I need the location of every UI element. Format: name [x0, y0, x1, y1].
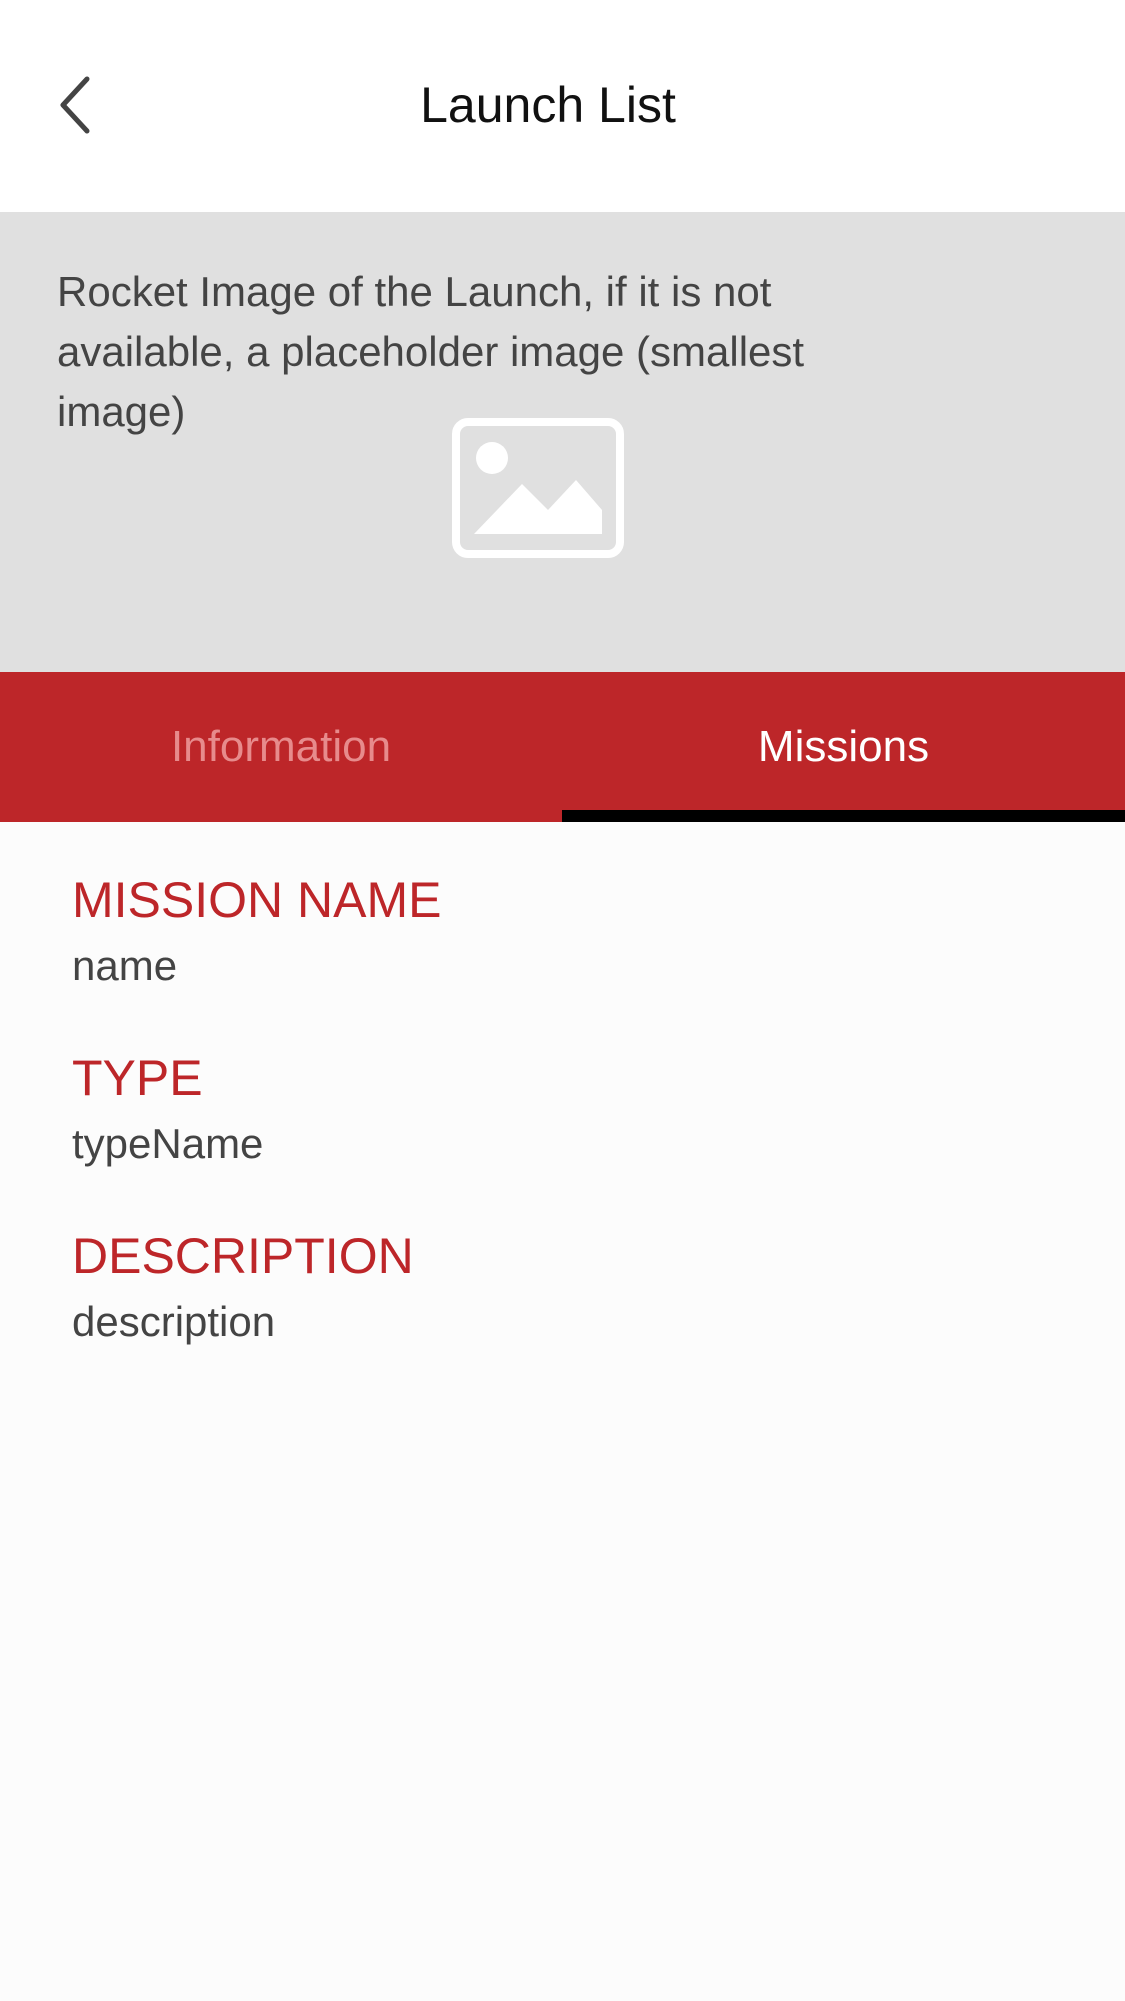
- mission-name-label: MISSION NAME: [72, 872, 442, 928]
- image-caption: Rocket Image of the Launch, if it is not…: [57, 268, 805, 435]
- tab-missions[interactable]: Missions: [562, 672, 1125, 822]
- type-value: typeName: [72, 1120, 264, 1167]
- selected-tab-indicator: [562, 810, 1125, 822]
- description-value: description: [72, 1298, 276, 1345]
- type-field: TYPE typeName: [72, 1048, 1072, 1172]
- mission-name-field: MISSION NAME name: [72, 870, 1072, 994]
- type-label: TYPE: [72, 1050, 203, 1106]
- tab-information[interactable]: Information: [0, 672, 562, 822]
- navigation-bar: Launch List: [0, 0, 1125, 212]
- image-placeholder-icon: [452, 418, 624, 558]
- missions-content: MISSION NAME name TYPE typeName DESCRIPT…: [72, 870, 1072, 1404]
- description-label: DESCRIPTION: [72, 1228, 414, 1284]
- mission-name-value: name: [72, 942, 178, 989]
- page-title: Launch List: [420, 77, 676, 133]
- description-field: DESCRIPTION description: [72, 1226, 1072, 1350]
- tab-bar: Information Missions: [0, 672, 1125, 822]
- rocket-image-area: Rocket Image of the Launch, if it is not…: [0, 212, 1125, 672]
